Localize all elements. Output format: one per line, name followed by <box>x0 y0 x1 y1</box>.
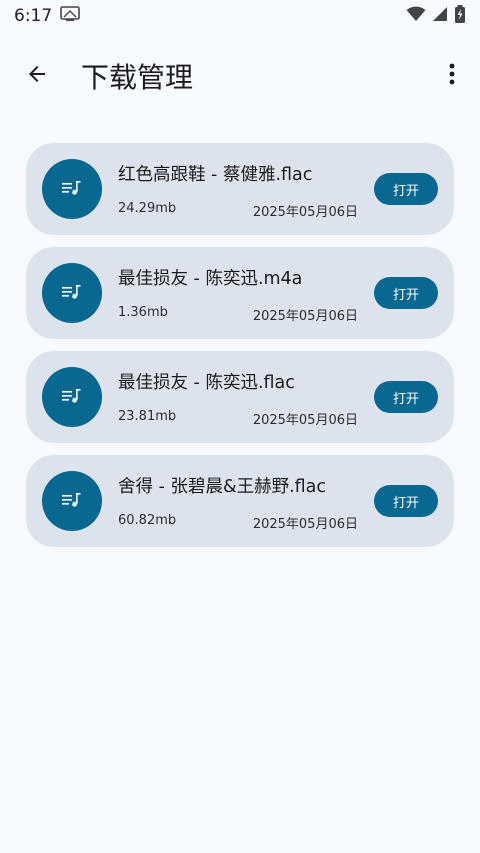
file-size: 1.36mb <box>118 305 168 320</box>
more-vert-icon <box>449 63 455 89</box>
file-avatar <box>42 263 102 323</box>
download-list: 红色高跟鞋 - 蔡健雅.flac 24.29mb 2025年05月06日 打开 … <box>26 143 454 559</box>
open-button[interactable]: 打开 <box>374 173 438 205</box>
signal-icon <box>432 6 448 26</box>
page-title: 下载管理 <box>81 61 194 94</box>
file-info: 最佳损友 - 陈奕迅.m4a 1.36mb 2025年05月06日 <box>118 261 358 325</box>
file-date: 2025年05月06日 <box>252 517 358 532</box>
file-avatar <box>42 367 102 427</box>
more-menu-button[interactable] <box>432 52 472 100</box>
file-avatar <box>42 471 102 531</box>
file-size: 24.29mb <box>118 201 177 216</box>
battery-charging-icon <box>454 5 466 27</box>
music-queue-icon <box>62 180 82 199</box>
file-info: 最佳损友 - 陈奕迅.flac 23.81mb 2025年05月06日 <box>118 365 358 429</box>
download-item[interactable]: 舍得 - 张碧晨&王赫野.flac 60.82mb 2025年05月06日 打开 <box>26 455 454 547</box>
file-date: 2025年05月06日 <box>252 205 358 220</box>
file-name: 红色高跟鞋 - 蔡健雅.flac <box>118 165 313 185</box>
file-info: 红色高跟鞋 - 蔡健雅.flac 24.29mb 2025年05月06日 <box>118 157 358 221</box>
wifi-icon <box>406 6 426 26</box>
download-item[interactable]: 红色高跟鞋 - 蔡健雅.flac 24.29mb 2025年05月06日 打开 <box>26 143 454 235</box>
arrow-back-icon <box>25 62 49 90</box>
file-avatar <box>42 159 102 219</box>
status-time: 6:17 <box>14 6 53 26</box>
music-queue-icon <box>62 492 82 511</box>
file-size: 60.82mb <box>118 513 177 528</box>
download-item[interactable]: 最佳损友 - 陈奕迅.m4a 1.36mb 2025年05月06日 打开 <box>26 247 454 339</box>
music-queue-icon <box>62 284 82 303</box>
file-name: 最佳损友 - 陈奕迅.m4a <box>118 269 303 289</box>
app-bar: 下载管理 <box>0 40 480 112</box>
file-name: 最佳损友 - 陈奕迅.flac <box>118 373 295 393</box>
file-info: 舍得 - 张碧晨&王赫野.flac 60.82mb 2025年05月06日 <box>118 469 358 533</box>
music-queue-icon <box>62 388 82 407</box>
status-bar: 6:17 <box>0 0 480 32</box>
open-button[interactable]: 打开 <box>374 485 438 517</box>
file-size: 23.81mb <box>118 409 177 424</box>
file-date: 2025年05月06日 <box>252 309 358 324</box>
file-date: 2025年05月06日 <box>252 413 358 428</box>
open-button[interactable]: 打开 <box>374 277 438 309</box>
screen-cast-icon <box>60 6 80 26</box>
file-name: 舍得 - 张碧晨&王赫野.flac <box>118 477 327 497</box>
open-button[interactable]: 打开 <box>374 381 438 413</box>
back-button[interactable] <box>13 52 61 100</box>
download-item[interactable]: 最佳损友 - 陈奕迅.flac 23.81mb 2025年05月06日 打开 <box>26 351 454 443</box>
